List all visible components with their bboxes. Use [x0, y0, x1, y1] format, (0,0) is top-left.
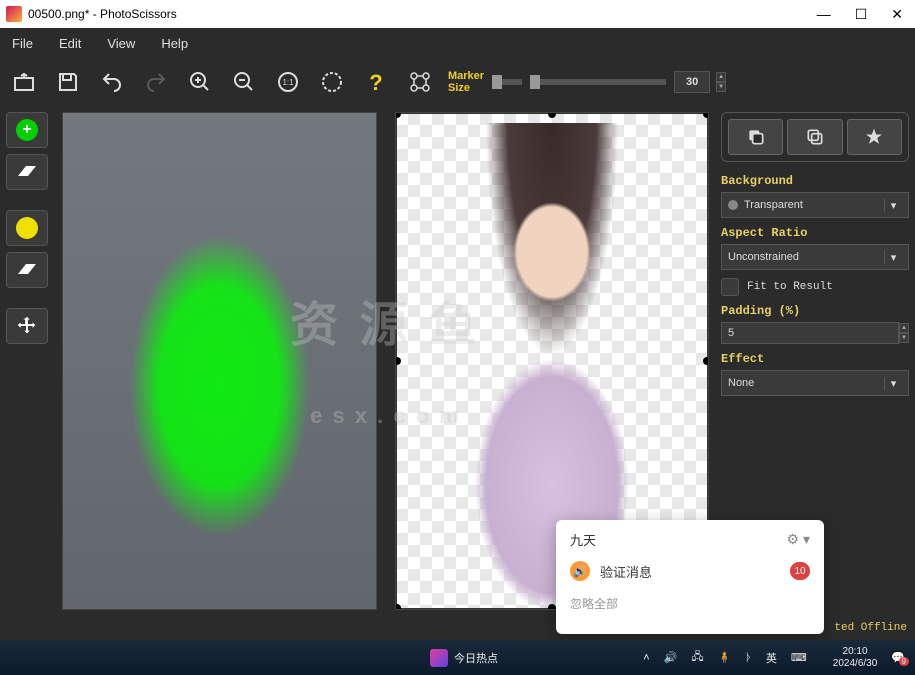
titlebar: 00500.png* - PhotoScissors — ☐ ✕	[0, 0, 915, 28]
zoom-out-button[interactable]	[228, 66, 260, 98]
foreground-mask-overlay	[63, 113, 376, 609]
menu-help[interactable]: Help	[161, 36, 188, 51]
minimize-button[interactable]: —	[817, 6, 831, 22]
fit-to-result-label: Fit to Result	[747, 281, 833, 293]
aspect-label: Aspect Ratio	[721, 226, 909, 240]
marker-slider-small[interactable]	[492, 79, 522, 85]
tray-volume-icon[interactable]: 🔊	[664, 651, 678, 664]
tray-ime[interactable]: 英	[766, 650, 777, 666]
padding-input[interactable]: 5	[721, 322, 899, 344]
popup-ignore-all[interactable]: 忽略全部	[570, 595, 810, 612]
marker-step-up[interactable]: ▲	[716, 72, 726, 82]
tab-foreground[interactable]	[787, 119, 842, 155]
erase-foreground-button[interactable]	[6, 154, 48, 190]
padding-label: Padding (%)	[721, 304, 909, 318]
move-button[interactable]	[6, 308, 48, 344]
tray-network-icon[interactable]: 🖧	[691, 648, 703, 667]
effect-value: None	[728, 377, 754, 389]
notif-count: 9	[899, 657, 909, 666]
tray-notification-button[interactable]: 💬9	[891, 651, 905, 664]
marker-slider-big[interactable]	[530, 79, 666, 85]
zoom-fit-button[interactable]	[316, 66, 348, 98]
tray-app-icon[interactable]: 🧍	[718, 651, 732, 664]
left-toolbox: +	[0, 106, 56, 640]
erase-background-button[interactable]	[6, 252, 48, 288]
app-icon	[6, 6, 22, 22]
redo-button[interactable]	[140, 66, 172, 98]
maximize-button[interactable]: ☐	[855, 6, 868, 23]
chevron-down-icon: ▾	[884, 199, 902, 212]
window-title: 00500.png* - PhotoScissors	[28, 7, 177, 21]
fit-to-result-checkbox[interactable]	[721, 278, 739, 296]
tray-keyboard-icon[interactable]: ⌨	[791, 651, 807, 664]
taskbar: 今日热点 ˄ 🔊 🖧 🧍 ᚦ 英 ⌨ 20:10 2024/6/30 💬9	[0, 640, 915, 675]
aspect-value: Unconstrained	[728, 251, 799, 263]
save-button[interactable]	[52, 66, 84, 98]
popup-title: 九天	[570, 530, 596, 549]
menubar: File Edit View Help	[0, 28, 915, 58]
background-value: Transparent	[744, 199, 803, 211]
menu-view[interactable]: View	[107, 36, 135, 51]
marker-label-2: Size	[448, 82, 484, 94]
mark-background-button[interactable]	[6, 210, 48, 246]
effect-dropdown[interactable]: None ▾	[721, 370, 909, 396]
open-button[interactable]	[8, 66, 40, 98]
status-offline: ted Offline	[834, 622, 907, 634]
svg-text:1:1: 1:1	[282, 78, 294, 87]
tray-up-icon[interactable]: ˄	[643, 652, 649, 664]
taskbar-clock[interactable]: 20:10 2024/6/30	[833, 646, 878, 670]
notification-popup: 九天 ⚙ ▾ 🔊 验证消息 10 忽略全部	[556, 520, 824, 634]
marker-label-1: Marker	[448, 70, 484, 82]
background-label: Background	[721, 174, 909, 188]
popup-item[interactable]: 🔊 验证消息 10	[570, 561, 810, 581]
chevron-down-icon: ▾	[884, 377, 902, 390]
menu-file[interactable]: File	[12, 36, 33, 51]
close-button[interactable]: ✕	[891, 6, 903, 23]
chevron-down-icon: ▾	[884, 251, 902, 264]
help-icon[interactable]: ?	[360, 66, 392, 98]
toolbar: 1:1 ? MarkerSize 30 ▲ ▼	[0, 58, 915, 106]
zoom-actual-button[interactable]: 1:1	[272, 66, 304, 98]
aspect-dropdown[interactable]: Unconstrained ▾	[721, 244, 909, 270]
marker-value-input[interactable]: 30	[674, 71, 710, 93]
clock-date: 2024/6/30	[833, 658, 878, 670]
padding-step-down[interactable]: ▼	[899, 333, 909, 343]
background-dropdown[interactable]: Transparent ▾	[721, 192, 909, 218]
popup-settings-button[interactable]: ⚙ ▾	[787, 531, 810, 548]
marker-step-down[interactable]: ▼	[716, 82, 726, 92]
transparent-icon	[728, 200, 738, 210]
zoom-in-button[interactable]	[184, 66, 216, 98]
padding-step-up[interactable]: ▲	[899, 323, 909, 333]
clock-time: 20:10	[833, 646, 878, 658]
undo-button[interactable]	[96, 66, 128, 98]
hot-label: 今日热点	[454, 650, 498, 666]
taskbar-hot-topic[interactable]: 今日热点	[430, 649, 498, 667]
source-canvas[interactable]	[62, 112, 377, 610]
popup-row-text: 验证消息	[600, 562, 652, 581]
effect-label: Effect	[721, 352, 909, 366]
hot-icon	[430, 649, 448, 667]
add-foreground-button[interactable]: +	[6, 112, 48, 148]
menu-edit[interactable]: Edit	[59, 36, 81, 51]
sound-icon: 🔊	[570, 561, 590, 581]
svg-text:?: ?	[369, 70, 382, 94]
popup-badge: 10	[790, 562, 810, 580]
tray-usb-icon[interactable]: ᚦ	[745, 652, 752, 664]
tab-background[interactable]	[728, 119, 783, 155]
share-icon[interactable]	[404, 66, 436, 98]
marker-size-control: MarkerSize 30 ▲ ▼	[448, 70, 726, 94]
tab-favorite[interactable]	[847, 119, 902, 155]
